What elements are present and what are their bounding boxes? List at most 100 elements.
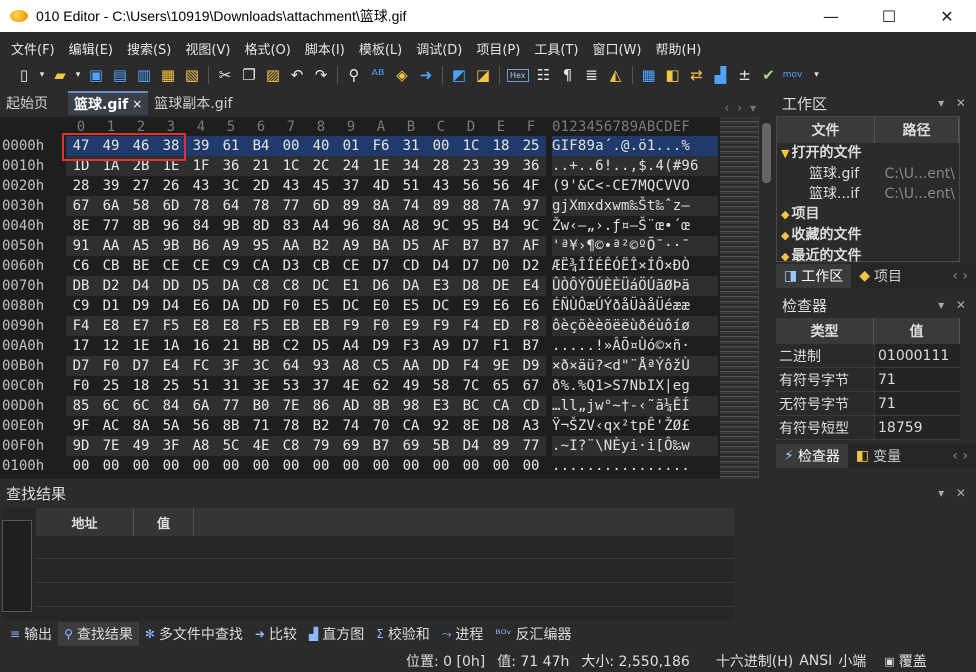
hex-byte[interactable]: 91	[66, 236, 96, 256]
goto-icon[interactable]: ➜	[414, 64, 438, 86]
calculator-icon[interactable]: ▦	[637, 64, 661, 86]
hex-byte[interactable]: DD	[156, 276, 186, 296]
hex-byte[interactable]: 3C	[216, 176, 246, 196]
hex-byte[interactable]: D8	[486, 416, 516, 436]
hex-byte[interactable]: 62	[366, 376, 396, 396]
bottom-tab[interactable]: ✻ 多文件中查找	[139, 622, 249, 646]
hex-byte[interactable]: 77	[516, 436, 546, 456]
hex-byte[interactable]: CD	[396, 256, 426, 276]
hex-byte[interactable]: D7	[66, 356, 96, 376]
hex-byte[interactable]: 00	[96, 456, 126, 476]
hex-byte[interactable]: E3	[426, 396, 456, 416]
tab-project[interactable]: ◆ 项目	[851, 264, 910, 288]
hex-byte[interactable]: 97	[516, 196, 546, 216]
hex-byte[interactable]: 00	[276, 456, 306, 476]
hex-byte[interactable]: D5	[306, 336, 336, 356]
dropdown-icon[interactable]: ▾	[72, 64, 84, 86]
hex-byte[interactable]: B4	[486, 216, 516, 236]
hex-byte[interactable]: D7	[366, 256, 396, 276]
hex-byte[interactable]: 21	[216, 336, 246, 356]
hex-byte[interactable]: 00	[486, 456, 516, 476]
hex-byte[interactable]: D9	[366, 336, 396, 356]
hex-byte[interactable]: A8	[336, 356, 366, 376]
hex-byte[interactable]: E5	[396, 296, 426, 316]
hex-byte[interactable]: 7C	[456, 376, 486, 396]
inspector-value[interactable]: 01000111	[874, 344, 960, 367]
hex-byte[interactable]: 39	[486, 156, 516, 176]
paste-icon[interactable]: ▨	[261, 64, 285, 86]
menu-item[interactable]: 调试(D)	[409, 39, 469, 58]
save-all-icon[interactable]: ▥	[132, 64, 156, 86]
compare-icon[interactable]: ⇄	[685, 64, 709, 86]
hex-byte[interactable]: 89	[486, 436, 516, 456]
ascii-text[interactable]: .....!»ÂÕ¤Ùó©×ñ·	[552, 336, 718, 356]
hex-byte[interactable]: B7	[516, 336, 546, 356]
hex-byte[interactable]: D2	[516, 256, 546, 276]
hex-byte[interactable]: 37	[306, 376, 336, 396]
hex-byte[interactable]: BB	[246, 336, 276, 356]
hex-byte[interactable]: CB	[96, 256, 126, 276]
hex-byte[interactable]: 56	[186, 416, 216, 436]
hex-byte[interactable]: DC	[336, 296, 366, 316]
ascii-text[interactable]: ×ð×äü?<d"¨ÅªÝôžÙ	[552, 356, 718, 376]
hex-byte[interactable]: 5B	[426, 436, 456, 456]
inspector-value[interactable]: 71	[874, 392, 960, 415]
hex-byte[interactable]: 43	[426, 176, 456, 196]
inspector-row[interactable]: 有符号短型 18759	[776, 416, 960, 440]
panel-controls-icon[interactable]: ▾ ✕	[938, 298, 976, 312]
hex-byte[interactable]: 27	[126, 176, 156, 196]
hex-byte[interactable]: 74	[336, 416, 366, 436]
hex-byte[interactable]: F5	[156, 316, 186, 336]
bottom-tab[interactable]: ➜ 比较	[249, 622, 303, 646]
hex-byte[interactable]: A5	[126, 236, 156, 256]
hex-byte[interactable]: F0	[276, 296, 306, 316]
checksum-icon[interactable]: ±	[733, 64, 757, 86]
hex-byte[interactable]: F0	[96, 356, 126, 376]
hex-byte[interactable]: 37	[336, 176, 366, 196]
open-folder-icon[interactable]: ▰	[48, 64, 72, 86]
hex-row[interactable]: 00B0h D7 F0 D7 E4 FC 3F 3C 64 93 A8 C5 AA DD F4 9E D9 ×ð×…	[0, 356, 720, 376]
hex-byte[interactable]: DA	[396, 276, 426, 296]
menu-item[interactable]: 视图(V)	[178, 39, 237, 58]
hex-byte[interactable]: 39	[96, 176, 126, 196]
ascii-text[interactable]: …ll„jw°~†-‹˜ã¼ÊÍ	[552, 396, 718, 416]
hex-byte[interactable]: D3	[276, 256, 306, 276]
hex-row[interactable]: 0050h 91 AA A5 9B B6 A9 95 AA B2 A9 BA D5 AF B7 B7 AF'ª¥…	[0, 236, 720, 256]
hex-byte[interactable]: FC	[186, 356, 216, 376]
ascii-text[interactable]: .~I?¨\NÈyi·i[Ô‰w	[552, 436, 718, 456]
hex-byte[interactable]: 43	[276, 176, 306, 196]
hex-byte[interactable]: BC	[456, 396, 486, 416]
hex-byte[interactable]: F0	[66, 376, 96, 396]
hex-byte[interactable]: 79	[306, 436, 336, 456]
hex-byte[interactable]: B0	[246, 396, 276, 416]
hex-byte[interactable]: E6	[486, 296, 516, 316]
hex-byte[interactable]: 28	[66, 176, 96, 196]
hex-scrollbar[interactable]	[758, 117, 774, 479]
hex-byte[interactable]: 00	[276, 136, 306, 156]
tree-projects[interactable]: ◆ 项目	[781, 204, 959, 225]
hex-byte[interactable]: 8E	[66, 216, 96, 236]
hex-byte[interactable]: 6C	[96, 396, 126, 416]
hex-byte[interactable]: 3E	[246, 376, 276, 396]
panel-controls-icon[interactable]: ▾ ✕	[938, 96, 976, 110]
tab-active-file[interactable]: 篮球.gif ×	[68, 91, 149, 115]
bottom-tab[interactable]: ⚲ 查找结果	[58, 622, 139, 646]
open-project-icon[interactable]: ▦	[156, 64, 180, 86]
hex-byte[interactable]: 18	[126, 376, 156, 396]
hex-byte[interactable]: 8A	[366, 196, 396, 216]
cut-icon[interactable]: ✂	[213, 64, 237, 86]
hex-byte[interactable]: D5	[396, 236, 426, 256]
hex-byte[interactable]: 18	[486, 136, 516, 156]
highlight-icon[interactable]: ◪	[471, 64, 495, 86]
hex-byte[interactable]: E9	[456, 296, 486, 316]
hex-byte[interactable]: 51	[396, 176, 426, 196]
hex-byte[interactable]: C8	[276, 436, 306, 456]
hex-byte[interactable]: 56	[486, 176, 516, 196]
hex-byte[interactable]: ED	[486, 316, 516, 336]
hex-byte[interactable]: F0	[366, 316, 396, 336]
hex-byte[interactable]: 93	[306, 356, 336, 376]
hex-byte[interactable]: BE	[126, 256, 156, 276]
hex-byte[interactable]: E8	[216, 316, 246, 336]
hex-byte[interactable]: DE	[486, 276, 516, 296]
tree-file-1[interactable]: 篮球.gif C:\U...ent\	[781, 164, 959, 184]
